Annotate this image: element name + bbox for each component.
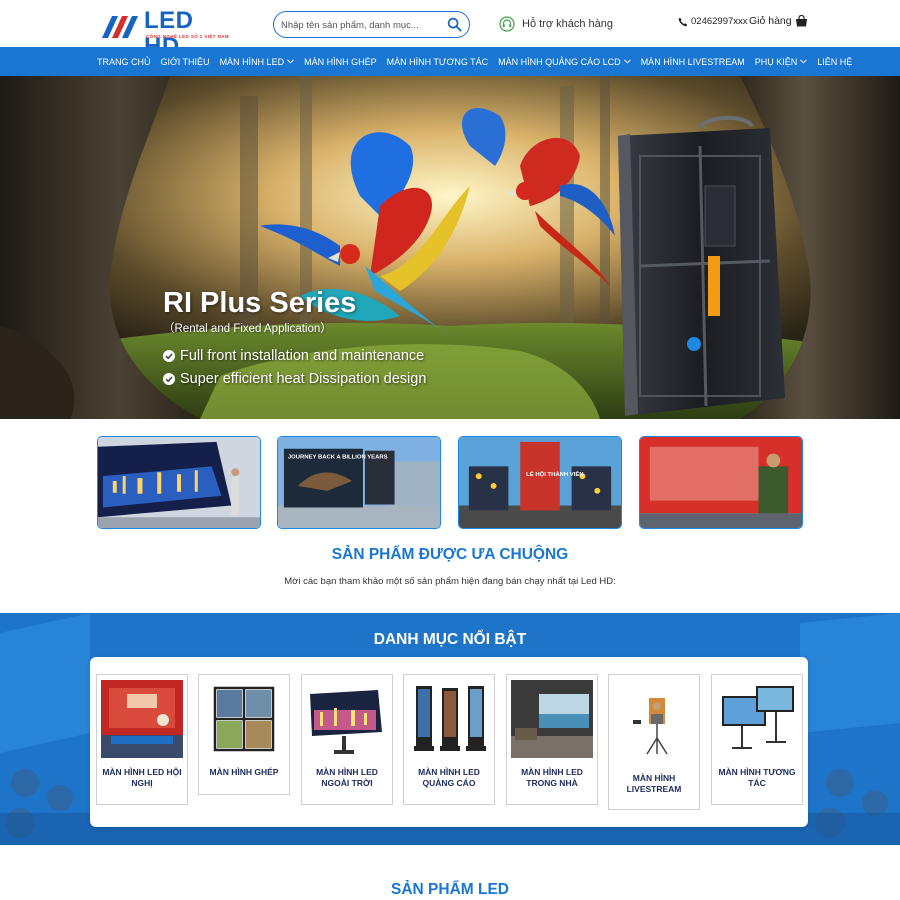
stage-text: LẺ HỘI THÀNH VIÊN — [526, 470, 583, 478]
nav-item[interactable]: Màn hình ghép — [304, 57, 377, 67]
stage-led-tower-image: LẺ HỘI THÀNH VIÊN — [459, 437, 621, 528]
hero-feature: Super efficient heat Dissipation design — [163, 371, 426, 387]
customer-support-link[interactable]: Hỗ trợ khách hàng — [499, 15, 613, 33]
nav-item-label: Màn hình LED — [219, 56, 285, 67]
nav-item[interactable]: Phụ kiện — [755, 57, 808, 67]
indoor-led-image — [511, 680, 593, 758]
nav-item[interactable]: Màn hình LED — [220, 57, 295, 67]
led-products-title: SẢN PHẨM LED — [391, 881, 509, 898]
nav-list: Trang chủ Giới thiệu Màn hình LED Màn hình … — [97, 47, 862, 76]
thumbnail-video-wall-office[interactable] — [97, 436, 261, 529]
support-label: Hỗ trợ khách hàng — [522, 18, 613, 30]
nav-item-label: Phụ kiện — [754, 56, 798, 67]
hero-subtitle: （Rental and Fixed Application） — [163, 323, 332, 335]
interactive-board-image — [716, 680, 798, 758]
chevron-down-icon — [287, 59, 294, 64]
category-label: MÀN HÌNH LIVESTREAM — [626, 773, 682, 794]
main-nav: Trang chủ Giới thiệu Màn hình LED Màn hình … — [0, 47, 900, 76]
category-label: MÀN HÌNH LED HỘI NGHỊ — [102, 767, 182, 788]
advertising-kiosk-image — [408, 680, 490, 758]
category-card-outdoor-led[interactable]: MÀN HÌNH LED NGOÀI TRỜI — [301, 674, 393, 805]
thumbnail-stage-led[interactable]: LẺ HỘI THÀNH VIÊN — [458, 436, 622, 529]
chevron-down-icon — [623, 59, 631, 64]
check-circle-icon — [163, 373, 175, 385]
hero-feature-text: Full front installation and maintenance — [180, 348, 425, 364]
billboard-text: JOURNEY BACK A BILLION YEARS — [288, 455, 388, 461]
logo-tagline: CÔNG NGHỆ LED SỐ 1 VIỆT NAM — [146, 34, 230, 39]
logo-mark-icon — [102, 16, 138, 38]
cart-link[interactable]: Giỏ hàng — [749, 15, 808, 27]
nav-item[interactable]: Liên hệ — [817, 57, 852, 67]
nav-item[interactable]: Màn hình tương tác — [387, 57, 489, 67]
featured-categories-title: DANH MỤC NỔI BẬT — [373, 631, 527, 648]
nav-item-label: Trang chủ — [97, 56, 151, 67]
categories-panel: MÀN HÌNH LED HỘI NGHỊ MÀN HÌNH GHÉP MÀN … — [90, 657, 808, 827]
category-card-advertising-led[interactable]: MÀN HÌNH LED QUẢNG CÁO — [403, 674, 495, 805]
category-card-indoor-led[interactable]: MÀN HÌNH LED TRONG NHÀ — [506, 674, 598, 805]
hero-banner[interactable]: RI Plus Series （Rental and Fixed Applica… — [0, 76, 900, 419]
site-header: LED HD CÔNG NGHỆ LED SỐ 1 VIỆT NAM Hỗ tr… — [0, 0, 900, 60]
nav-item[interactable]: Giới thiệu — [161, 57, 210, 67]
thumbnail-conference[interactable] — [639, 436, 803, 529]
category-label: MÀN HÌNH TƯƠNG TÁC — [718, 767, 796, 788]
site-logo[interactable]: LED HD CÔNG NGHỆ LED SỐ 1 VIỆT NAM — [100, 6, 235, 60]
outdoor-led-image — [306, 680, 388, 758]
category-label: MÀN HÌNH LED QUẢNG CÁO — [418, 767, 480, 788]
phone-link[interactable]: 02462997xxx — [678, 16, 748, 27]
conference-stage-screen-image — [640, 437, 802, 528]
search-box — [273, 11, 470, 38]
chevron-down-icon — [800, 59, 808, 64]
check-circle-icon — [163, 350, 175, 362]
category-card-video-wall[interactable]: MÀN HÌNH GHÉP — [198, 674, 290, 795]
nav-item-label: Màn hình ghép — [304, 56, 377, 67]
category-card-livestream[interactable]: MÀN HÌNH LIVESTREAM — [608, 674, 700, 810]
video-wall-image — [203, 680, 285, 758]
headset-icon — [499, 16, 515, 32]
phone-number: 02462997xxx — [691, 16, 748, 27]
nav-item-label: Màn hình quảng cáo LCD — [498, 56, 621, 67]
phone-icon — [678, 17, 688, 26]
category-card-interactive[interactable]: MÀN HÌNH TƯƠNG TÁC — [711, 674, 803, 805]
nav-item-label: Màn hình tương tác — [386, 56, 489, 67]
video-wall-office-image — [98, 437, 260, 528]
nav-item[interactable]: Màn hình quảng cáo LCD — [498, 57, 631, 67]
hero-feature-text: Super efficient heat Dissipation design — [180, 371, 427, 387]
category-label: MÀN HÌNH GHÉP — [209, 767, 279, 777]
cart-label: Giỏ hàng — [749, 15, 792, 27]
conference-led-image — [101, 680, 183, 758]
nav-item[interactable]: Trang chủ — [97, 57, 151, 67]
popular-products-description: Mời các bạn tham khảo một số sản phẩm hi… — [284, 576, 616, 587]
nav-item-label: Liên hệ — [817, 56, 853, 67]
category-label: MÀN HÌNH LED TRONG NHÀ — [521, 767, 583, 788]
search-input[interactable] — [281, 16, 446, 34]
billboard-dinosaur-image: JOURNEY BACK A BILLION YEARS — [278, 437, 440, 528]
category-card-conference-led[interactable]: MÀN HÌNH LED HỘI NGHỊ — [96, 674, 188, 805]
hero-title: RI Plus Series — [163, 287, 357, 319]
search-icon[interactable] — [447, 17, 462, 32]
nav-item-label: Giới thiệu — [160, 56, 210, 67]
hero-feature: Full front installation and maintenance — [163, 348, 424, 364]
category-label: MÀN HÌNH LED NGOÀI TRỜI — [316, 767, 378, 788]
thumbnail-billboard[interactable]: JOURNEY BACK A BILLION YEARS — [277, 436, 441, 529]
popular-products-title: SẢN PHẨM ĐƯỢC ƯA CHUỘNG — [331, 546, 569, 563]
livestream-screen-image — [613, 680, 695, 758]
nav-item[interactable]: Màn hình livestream — [641, 57, 745, 67]
hero-background-image — [0, 76, 900, 419]
shopping-bag-icon — [795, 15, 807, 27]
nav-item-label: Màn hình livestream — [640, 56, 745, 67]
thumbnail-row: JOURNEY BACK A BILLION YEARS LẺ HỘI THÀN… — [97, 436, 803, 529]
